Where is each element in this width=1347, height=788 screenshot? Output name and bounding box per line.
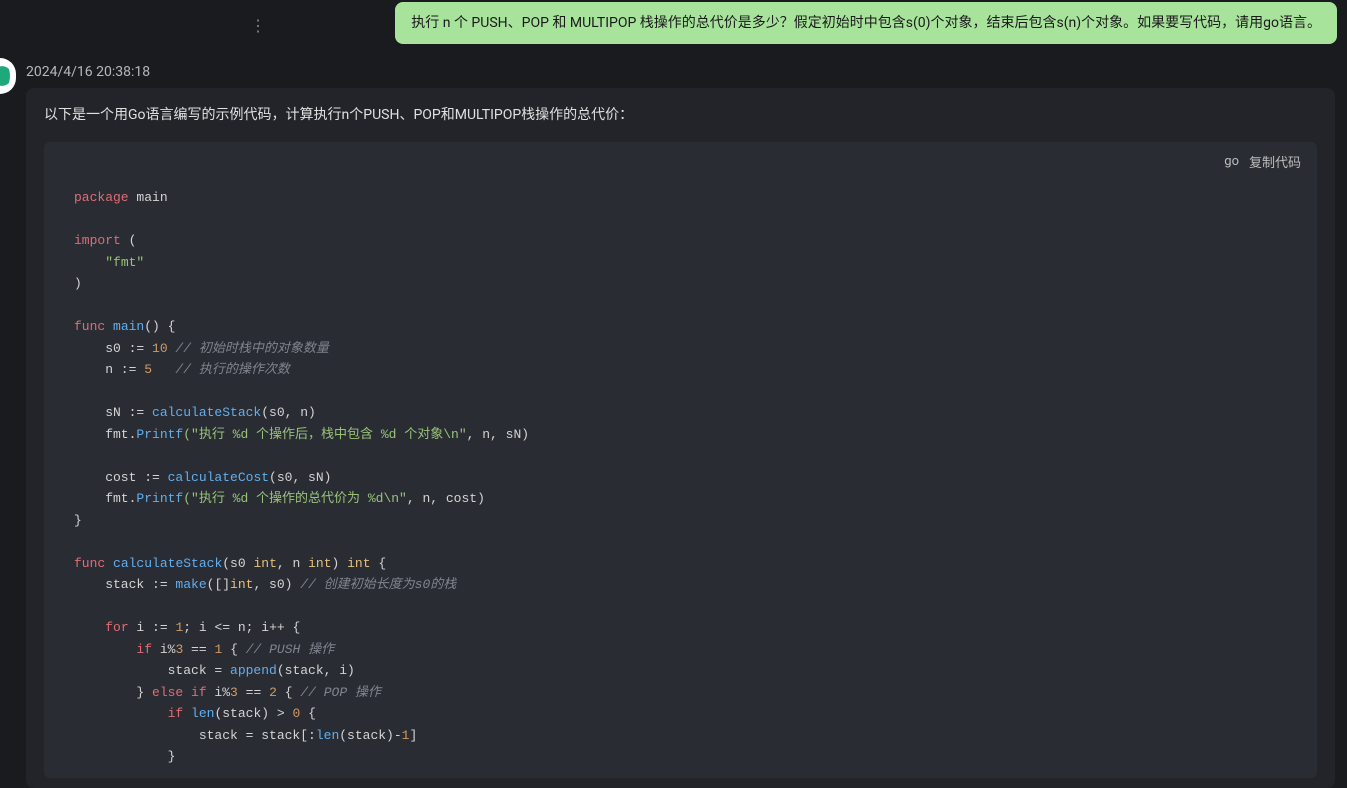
user-message-bubble: 执行 n 个 PUSH、POP 和 MULTIPOP 栈操作的总代价是多少？假定… — [395, 2, 1337, 44]
assistant-intro-text: 以下是一个用Go语言编写的示例代码，计算执行n个PUSH、POP和MULTIPO… — [44, 104, 1317, 128]
user-message-text: 执行 n 个 PUSH、POP 和 MULTIPOP 栈操作的总代价是多少？假定… — [411, 15, 1321, 31]
code-block: go 复制代码 package main import ( "fmt" ) fu… — [44, 142, 1317, 778]
copy-code-button[interactable]: 复制代码 — [1249, 152, 1301, 171]
message-more-icon[interactable]: ⋮ — [250, 18, 266, 34]
assistant-avatar — [0, 58, 16, 94]
code-language-label: go — [1224, 154, 1239, 169]
assistant-message: 以下是一个用Go语言编写的示例代码，计算执行n个PUSH、POP和MULTIPO… — [26, 88, 1335, 787]
code-content[interactable]: package main import ( "fmt" ) func main(… — [44, 175, 1317, 778]
message-timestamp: 2024/4/16 20:38:18 — [26, 64, 1347, 80]
assistant-avatar-icon — [0, 62, 10, 90]
code-header: go 复制代码 — [44, 142, 1317, 175]
